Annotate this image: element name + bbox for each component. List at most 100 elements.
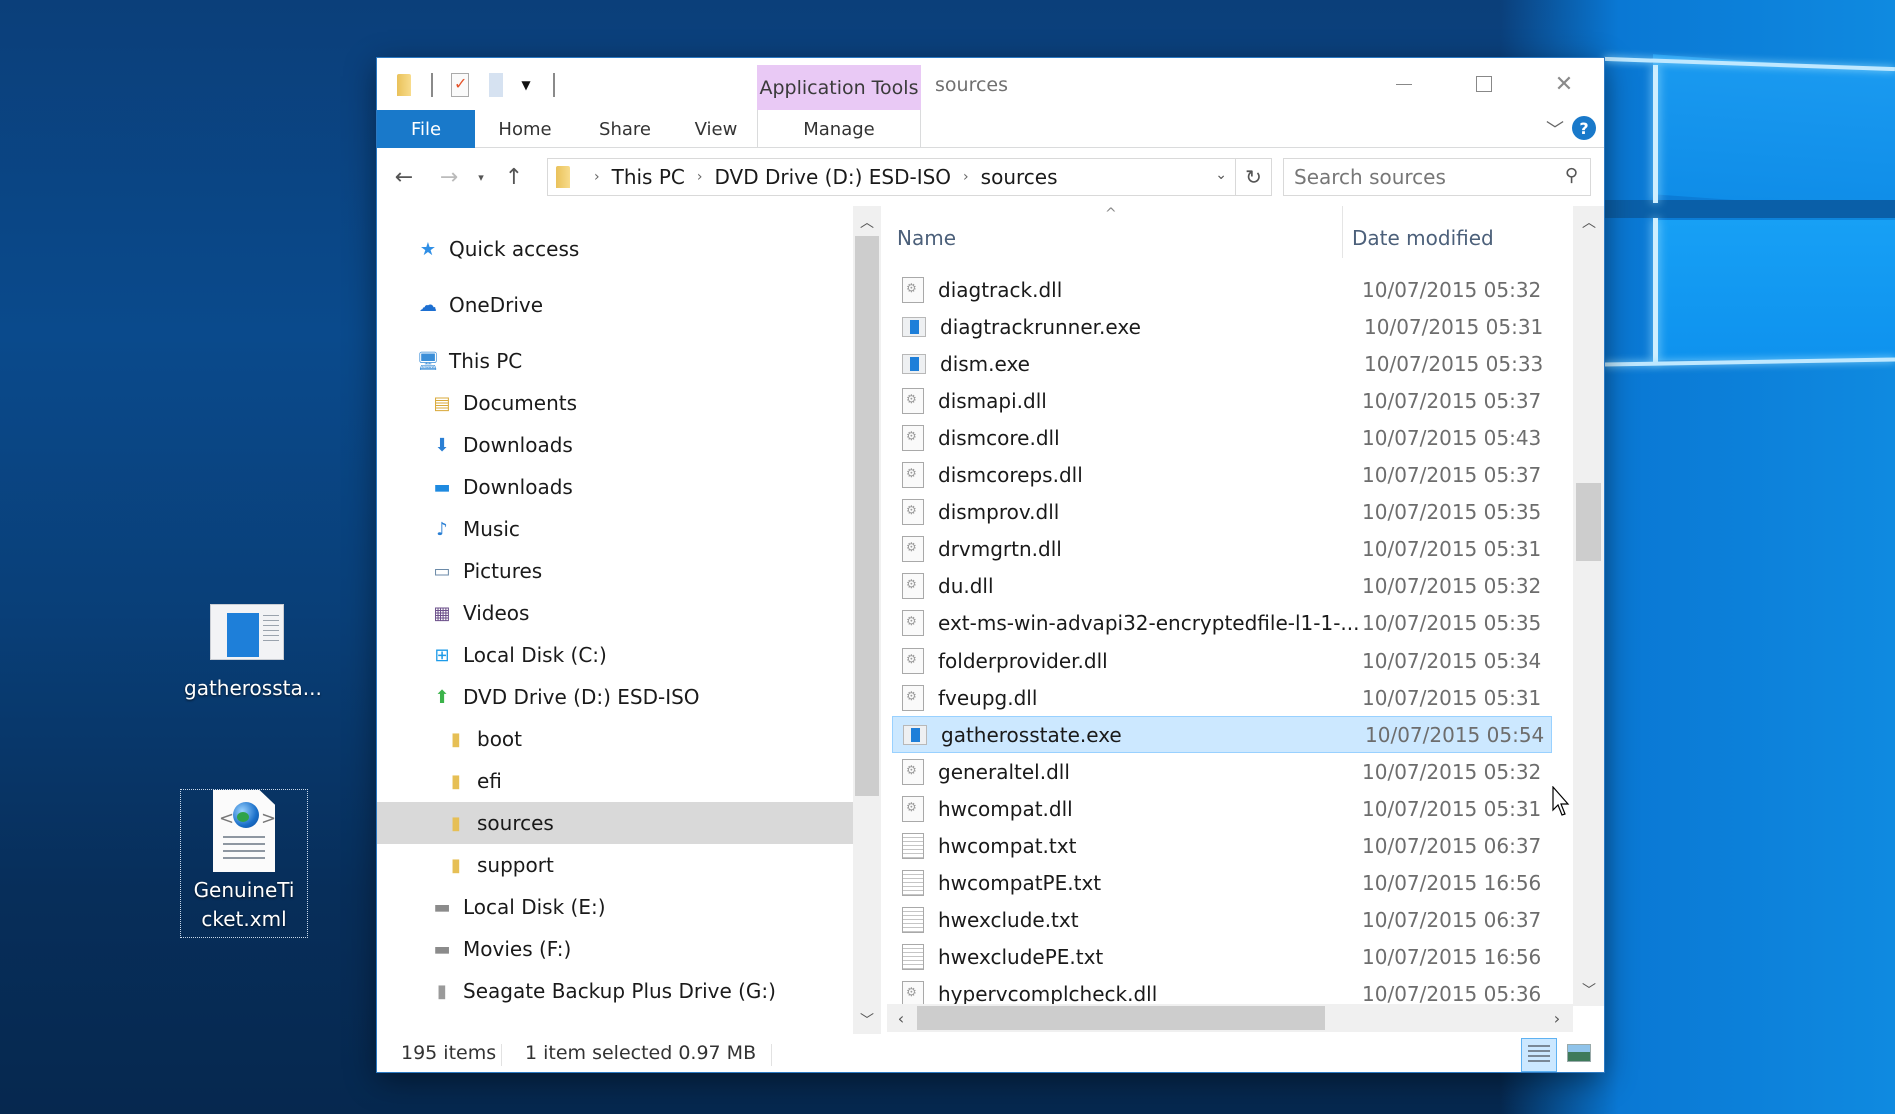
nav-item-onedrive[interactable]: ☁ OneDrive xyxy=(377,284,853,326)
desktop-icon-gatherosstate[interactable]: gatherossta... xyxy=(184,604,322,703)
scroll-up-arrow-icon[interactable]: ︿ xyxy=(1575,208,1603,236)
breadcrumb-this-pc[interactable]: This PC xyxy=(612,165,685,189)
folder-icon: ▮ xyxy=(451,812,461,834)
tab-view[interactable]: View xyxy=(675,110,757,148)
breadcrumb-chevron-icon[interactable]: › xyxy=(594,169,600,185)
file-list-vertical-scrollbar[interactable]: ︿ ﹀ xyxy=(1573,206,1604,1006)
file-row[interactable]: dismprov.dll 10/07/2015 05:35 xyxy=(892,494,1552,531)
file-row[interactable]: dism.exe 10/07/2015 05:33 xyxy=(892,345,1552,382)
column-header-name[interactable]: Name xyxy=(897,226,956,250)
nav-item-downloads[interactable]: ▬ Downloads xyxy=(377,466,853,508)
breadcrumb-sources[interactable]: sources xyxy=(981,165,1058,189)
application-icon xyxy=(210,604,284,660)
nav-item-quick-access[interactable]: ★ Quick access xyxy=(377,228,853,270)
folder-icon[interactable] xyxy=(389,70,419,100)
file-row[interactable]: hwcompat.txt 10/07/2015 06:37 xyxy=(892,828,1552,865)
nav-item-label: boot xyxy=(477,727,523,751)
music-folder-icon: ♪ xyxy=(436,518,448,540)
navigation-pane-scrollbar[interactable]: ︿ ﹀ xyxy=(853,206,881,1034)
cloud-icon: ☁ xyxy=(419,294,437,316)
file-row[interactable]: diagtrackrunner.exe 10/07/2015 05:31 xyxy=(892,308,1552,345)
search-icon[interactable]: ⚲ xyxy=(1565,165,1578,186)
scroll-down-arrow-icon[interactable]: ﹀ xyxy=(853,1006,881,1034)
address-bar[interactable]: › This PC › DVD Drive (D:) ESD-ISO › sou… xyxy=(547,158,1272,196)
expand-ribbon-chevron-icon[interactable]: ﹀ xyxy=(1546,116,1564,142)
file-row[interactable]: dismapi.dll 10/07/2015 05:37 xyxy=(892,382,1552,419)
details-view-button[interactable] xyxy=(1521,1038,1557,1072)
file-list-horizontal-scrollbar[interactable]: ‹ › xyxy=(887,1004,1573,1032)
file-row[interactable]: dismcoreps.dll 10/07/2015 05:37 xyxy=(892,457,1552,494)
file-row[interactable]: hwexclude.txt 10/07/2015 06:37 xyxy=(892,902,1552,939)
dll-file-icon xyxy=(902,684,924,711)
file-row[interactable]: fveupg.dll 10/07/2015 05:31 xyxy=(892,679,1552,716)
up-button[interactable]: ↑ xyxy=(499,162,529,192)
file-row[interactable]: gatherosstate.exe 10/07/2015 05:54 xyxy=(892,716,1552,754)
dll-file-icon xyxy=(902,536,924,563)
nav-item-downloads[interactable]: ⬇ Downloads xyxy=(377,424,853,466)
file-row[interactable]: folderprovider.dll 10/07/2015 05:34 xyxy=(892,642,1552,679)
forward-button[interactable]: → xyxy=(434,162,464,192)
refresh-button[interactable]: ↻ xyxy=(1235,159,1271,195)
nav-item-movies-f[interactable]: ▬ Movies (F:) xyxy=(377,928,853,970)
file-row[interactable]: drvmgrtn.dll 10/07/2015 05:31 xyxy=(892,531,1552,568)
recent-locations-button[interactable]: ▾ xyxy=(471,162,491,192)
nav-item-local-disk-e[interactable]: ▬ Local Disk (E:) xyxy=(377,886,853,928)
nav-item-music[interactable]: ♪ Music xyxy=(377,508,853,550)
breadcrumb-chevron-icon[interactable]: › xyxy=(963,169,969,185)
file-row[interactable]: dismcore.dll 10/07/2015 05:43 xyxy=(892,419,1552,456)
tab-manage[interactable]: Manage xyxy=(757,110,921,148)
properties-icon[interactable] xyxy=(445,70,475,100)
dvd-drive-icon: ⬆ xyxy=(434,686,450,708)
nav-item-documents[interactable]: ▤ Documents xyxy=(377,382,853,424)
file-row[interactable]: diagtrack.dll 10/07/2015 05:32 xyxy=(892,271,1552,308)
maximize-button[interactable] xyxy=(1444,58,1524,110)
nav-item-efi[interactable]: ▮ efi xyxy=(377,760,853,802)
close-button[interactable]: ✕ xyxy=(1524,58,1604,110)
file-date-modified: 10/07/2015 06:37 xyxy=(1362,834,1542,858)
nav-item-local-disk-c[interactable]: ⊞ Local Disk (C:) xyxy=(377,634,853,676)
address-history-dropdown-icon[interactable]: ⌄ xyxy=(1215,167,1227,183)
large-icons-view-button[interactable] xyxy=(1561,1038,1597,1072)
file-row[interactable]: generaltel.dll 10/07/2015 05:32 xyxy=(892,753,1552,790)
column-header-date-modified[interactable]: Date modified xyxy=(1352,226,1494,250)
search-input[interactable]: Search sources ⚲ xyxy=(1283,158,1591,196)
breadcrumb-chevron-icon[interactable]: › xyxy=(697,169,703,185)
help-icon[interactable]: ? xyxy=(1572,116,1596,140)
large-icons-view-icon xyxy=(1567,1044,1591,1062)
scroll-right-arrow-icon[interactable]: › xyxy=(1543,1004,1571,1032)
scrollbar-thumb[interactable] xyxy=(855,236,879,796)
scrollbar-thumb[interactable] xyxy=(1576,483,1601,561)
scrollbar-thumb[interactable] xyxy=(917,1006,1325,1030)
file-row[interactable]: du.dll 10/07/2015 05:32 xyxy=(892,568,1552,605)
scroll-left-arrow-icon[interactable]: ‹ xyxy=(887,1004,915,1032)
breadcrumb-dvd-drive[interactable]: DVD Drive (D:) ESD-ISO xyxy=(714,165,951,189)
file-row[interactable]: hwcompat.dll 10/07/2015 05:31 xyxy=(892,790,1552,827)
nav-item-dvd-drive-d-esd-iso[interactable]: ⬆ DVD Drive (D:) ESD-ISO xyxy=(377,676,853,718)
file-date-modified: 10/07/2015 05:37 xyxy=(1362,463,1542,487)
file-row[interactable]: hwexcludePE.txt 10/07/2015 16:56 xyxy=(892,939,1552,976)
tab-file[interactable]: File xyxy=(377,110,475,148)
scroll-up-arrow-icon[interactable]: ︿ xyxy=(853,208,881,236)
nav-item-partial[interactable] xyxy=(377,1024,853,1034)
minimize-button[interactable] xyxy=(1364,58,1444,110)
nav-item-videos[interactable]: ▦ Videos xyxy=(377,592,853,634)
file-row[interactable]: hwcompatPE.txt 10/07/2015 16:56 xyxy=(892,865,1552,902)
desktop-icon-genuineticket[interactable]: < > GenuineTicket.xml xyxy=(180,789,308,938)
scroll-down-arrow-icon[interactable]: ﹀ xyxy=(1575,976,1603,1004)
nav-item-support[interactable]: ▮ support xyxy=(377,844,853,886)
tab-home[interactable]: Home xyxy=(475,110,575,148)
back-button[interactable]: ← xyxy=(389,162,419,192)
nav-item-pictures[interactable]: ▭ Pictures xyxy=(377,550,853,592)
nav-item-this-pc[interactable]: 🖥 This PC xyxy=(377,340,853,382)
tab-share[interactable]: Share xyxy=(575,110,675,148)
customize-dropdown-icon[interactable]: ▼ xyxy=(511,70,541,100)
file-row[interactable]: ext-ms-win-advapi32-encryptedfile-l1-1-.… xyxy=(892,605,1552,642)
nav-item-sources[interactable]: ▮ sources xyxy=(377,802,853,844)
column-divider[interactable] xyxy=(1342,206,1343,258)
text-file-icon xyxy=(902,944,924,971)
nav-item-boot[interactable]: ▮ boot xyxy=(377,718,853,760)
new-folder-icon[interactable] xyxy=(481,70,511,100)
nav-item-seagate-backup-plus-drive-g[interactable]: ▮ Seagate Backup Plus Drive (G:) xyxy=(377,970,853,1012)
title-bar[interactable]: ▼ Application Tools sources ✕ xyxy=(377,58,1604,110)
star-icon: ★ xyxy=(419,238,437,260)
